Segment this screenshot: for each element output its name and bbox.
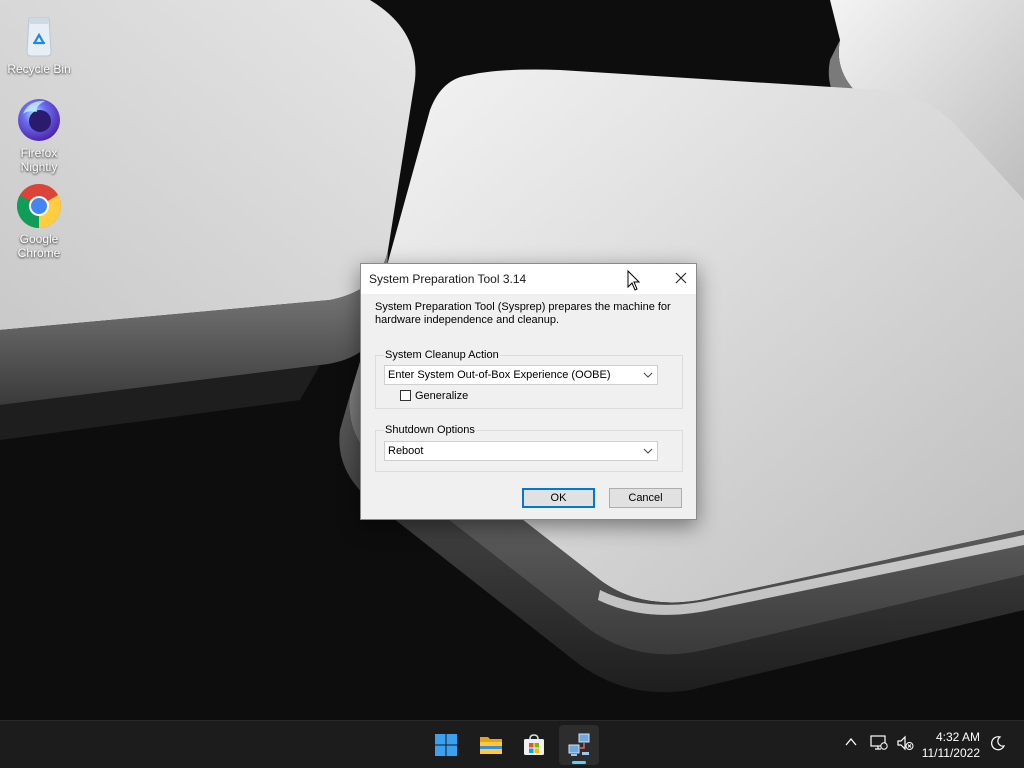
shutdown-options-group: Shutdown Options Reboot <box>375 424 683 472</box>
desktop-icon-firefox-nightly[interactable]: Firefox Nightly <box>4 96 74 174</box>
cleanup-action-group: System Cleanup Action Enter System Out-o… <box>375 349 683 409</box>
store-icon <box>524 734 544 755</box>
file-explorer-button[interactable] <box>471 725 511 765</box>
chevron-down-icon <box>643 372 653 378</box>
cancel-button[interactable]: Cancel <box>609 488 682 508</box>
generalize-checkbox[interactable] <box>400 390 411 401</box>
sysprep-taskbar-button[interactable] <box>559 725 599 765</box>
dialog-description: System Preparation Tool (Sysprep) prepar… <box>375 301 671 326</box>
shutdown-options-value: Reboot <box>388 445 424 457</box>
dialog-title: System Preparation Tool 3.14 <box>369 272 527 286</box>
cleanup-action-legend: System Cleanup Action <box>384 349 500 361</box>
network-monitor-icon[interactable] <box>870 735 888 751</box>
taskbar: 4:32 AM 11/11/2022 <box>0 720 1024 768</box>
folder-icon <box>480 737 502 754</box>
speaker-muted-icon[interactable] <box>896 735 914 751</box>
chrome-icon <box>15 182 63 230</box>
clock-time: 4:32 AM <box>935 730 980 744</box>
desktop-icon-label-line2: Nightly <box>20 160 58 174</box>
recycle-bin-icon <box>15 12 63 60</box>
sysprep-dialog: System Preparation Tool 3.14 System Prep… <box>360 263 697 520</box>
desktop-icon-label-line1: Firefox <box>20 146 58 160</box>
desktop-icon-label-line2: Chrome <box>17 246 61 260</box>
cleanup-action-dropdown[interactable]: Enter System Out-of-Box Experience (OOBE… <box>384 365 658 385</box>
chevron-down-icon <box>643 448 653 454</box>
close-button[interactable] <box>666 264 696 294</box>
notifications-moon-icon[interactable] <box>990 735 1006 751</box>
desktop-icon-google-chrome[interactable]: Google Chrome <box>4 182 74 260</box>
desktop-icon-label-line1: Google <box>19 232 59 246</box>
firefox-nightly-icon <box>15 96 63 144</box>
network-computers-icon <box>568 733 590 756</box>
active-app-indicator <box>572 761 586 764</box>
shutdown-options-legend: Shutdown Options <box>384 424 476 436</box>
start-button[interactable] <box>426 725 466 765</box>
dialog-titlebar[interactable]: System Preparation Tool 3.14 <box>361 264 696 294</box>
chevron-up-icon[interactable] <box>844 735 858 749</box>
taskbar-clock[interactable]: 4:32 AM 11/11/2022 <box>922 729 980 761</box>
desktop-icon-recycle-bin[interactable]: Recycle Bin <box>4 12 74 76</box>
shutdown-options-dropdown[interactable]: Reboot <box>384 441 658 461</box>
mouse-cursor-icon <box>627 270 641 291</box>
clock-date: 11/11/2022 <box>921 746 980 760</box>
close-icon <box>675 272 687 284</box>
ok-button[interactable]: OK <box>522 488 595 508</box>
generalize-label[interactable]: Generalize <box>415 390 468 402</box>
windows-logo-icon <box>435 734 457 756</box>
cleanup-action-value: Enter System Out-of-Box Experience (OOBE… <box>388 369 611 381</box>
desktop-icon-label: Recycle Bin <box>7 62 71 76</box>
microsoft-store-button[interactable] <box>514 725 554 765</box>
